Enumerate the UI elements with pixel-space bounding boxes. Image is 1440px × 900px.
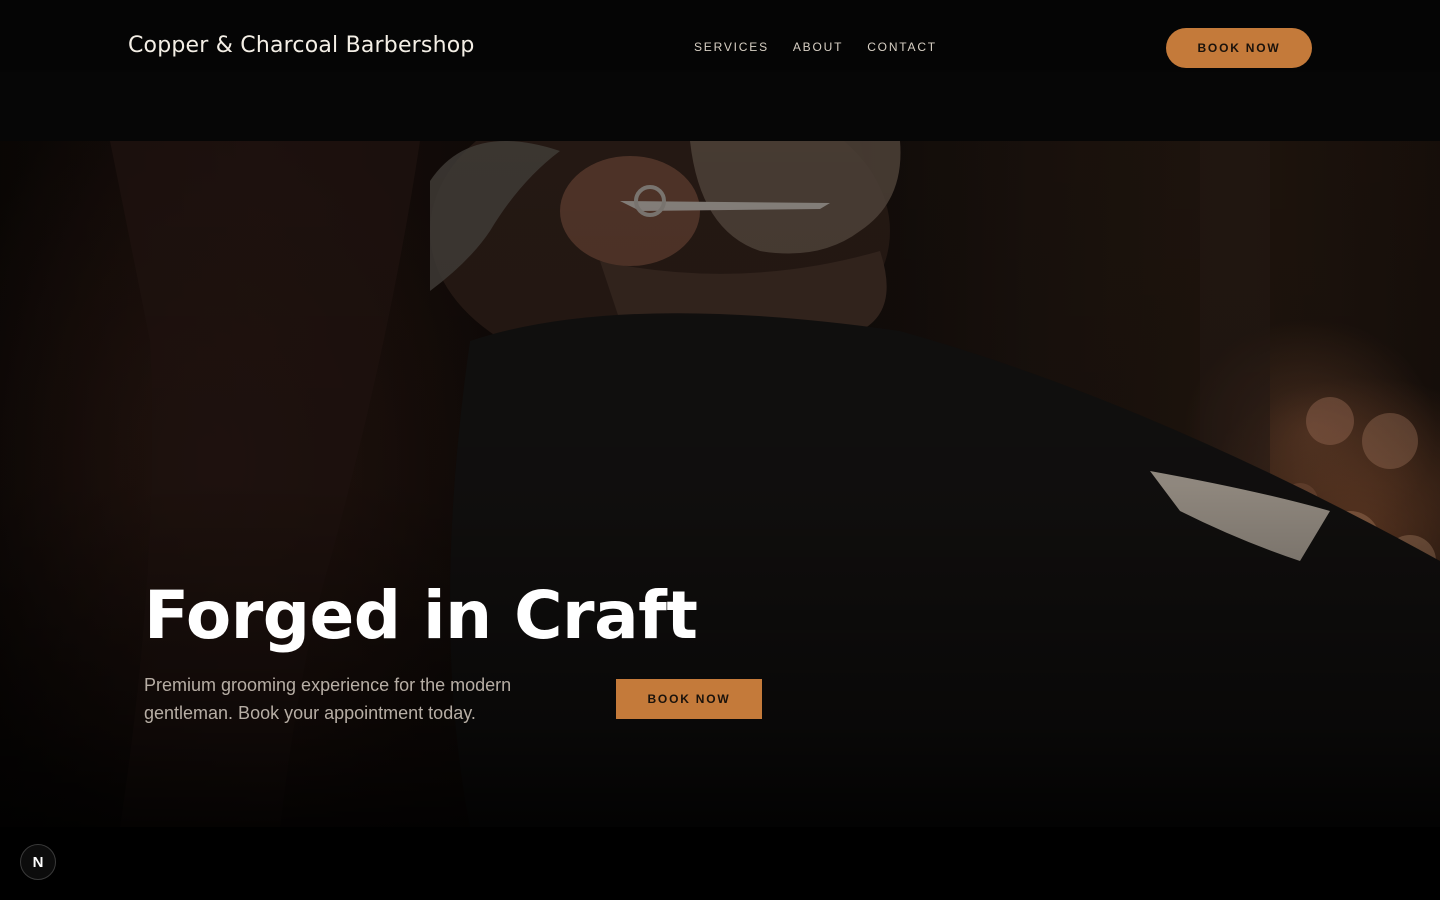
nav-link-services[interactable]: SERVICES — [694, 38, 769, 56]
header-spacer — [0, 72, 1440, 141]
hero-title: Forged in Craft — [144, 577, 698, 654]
main-nav: SERVICES ABOUT CONTACT — [694, 38, 937, 56]
hero-section: Forged in Craft Premium grooming experie… — [0, 141, 1440, 827]
header-book-now-button[interactable]: BOOK NOW — [1166, 28, 1312, 68]
dev-badge-letter: N — [32, 853, 44, 871]
nextjs-icon[interactable]: N — [20, 844, 56, 880]
nav-link-about[interactable]: ABOUT — [793, 38, 843, 56]
site-header: Copper & Charcoal Barbershop SERVICES AB… — [0, 0, 1440, 72]
hero-subtitle: Premium grooming experience for the mode… — [144, 675, 512, 723]
nav-link-contact[interactable]: CONTACT — [867, 38, 937, 56]
hero-book-now-button[interactable]: BOOK NOW — [616, 679, 762, 719]
page-bottom — [0, 827, 1440, 900]
site-logo[interactable]: Copper & Charcoal Barbershop — [128, 30, 475, 62]
